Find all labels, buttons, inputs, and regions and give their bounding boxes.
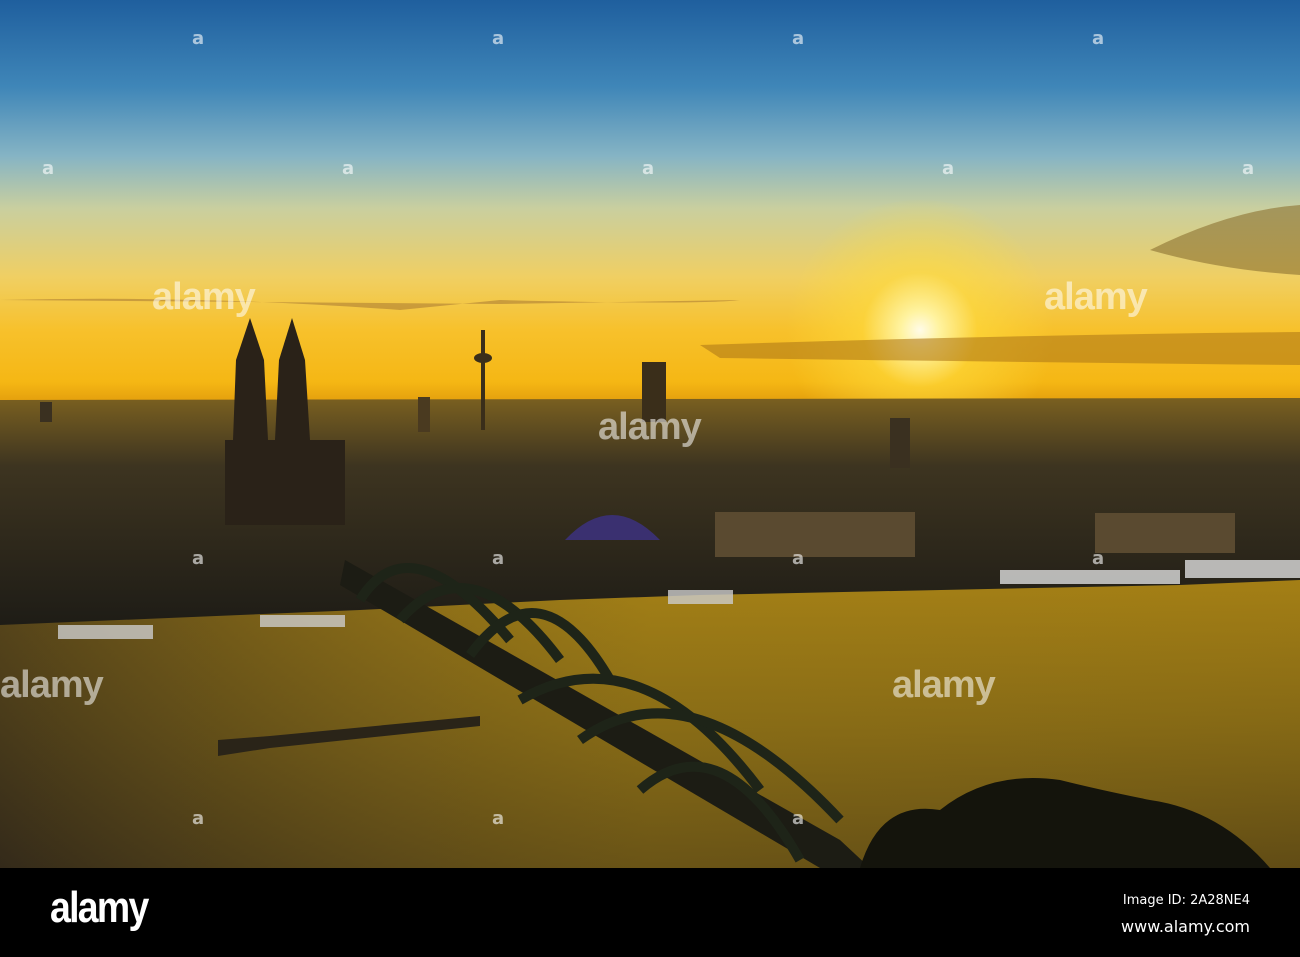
tower [418,397,430,432]
watermark: alamy [0,664,104,706]
watermark-mark: a [342,158,355,179]
watermark-mark: a [492,28,505,49]
watermark-mark: a [42,158,55,179]
ship [260,615,345,627]
footer-bar [0,868,1300,957]
watermark-mark: a [1092,28,1105,49]
watermark-mark: a [942,158,955,179]
cloud-band [700,332,1300,365]
watermark-mark: a [192,28,205,49]
watermark-mark: a [192,808,205,829]
watermark: alamy [152,276,256,318]
watermark-mark: a [1242,158,1255,179]
watermark-mark: a [642,158,655,179]
alamy-logo: alamy [50,883,149,932]
watermark: alamy [1044,276,1148,318]
sunset-cologne-photo: alamy alamy alamy alamy alamy a a a a a … [0,0,1300,868]
tower [890,418,910,468]
ship [1185,560,1300,578]
watermark-mark: a [792,548,805,569]
image-id: Image ID: 2A28NE4 [1122,893,1250,908]
watermark-mark: a [492,548,505,569]
ship [1000,570,1180,584]
watermark-mark: a [192,548,205,569]
watermark-mark: a [792,808,805,829]
watermark-mark: a [1092,548,1105,569]
site-url: www.alamy.com [1121,917,1250,936]
watermark: alamy [598,406,702,448]
ship [58,625,153,639]
watermark-mark: a [792,28,805,49]
watermark: alamy [892,664,996,706]
ship [668,590,733,604]
watermark-mark: a [492,808,505,829]
